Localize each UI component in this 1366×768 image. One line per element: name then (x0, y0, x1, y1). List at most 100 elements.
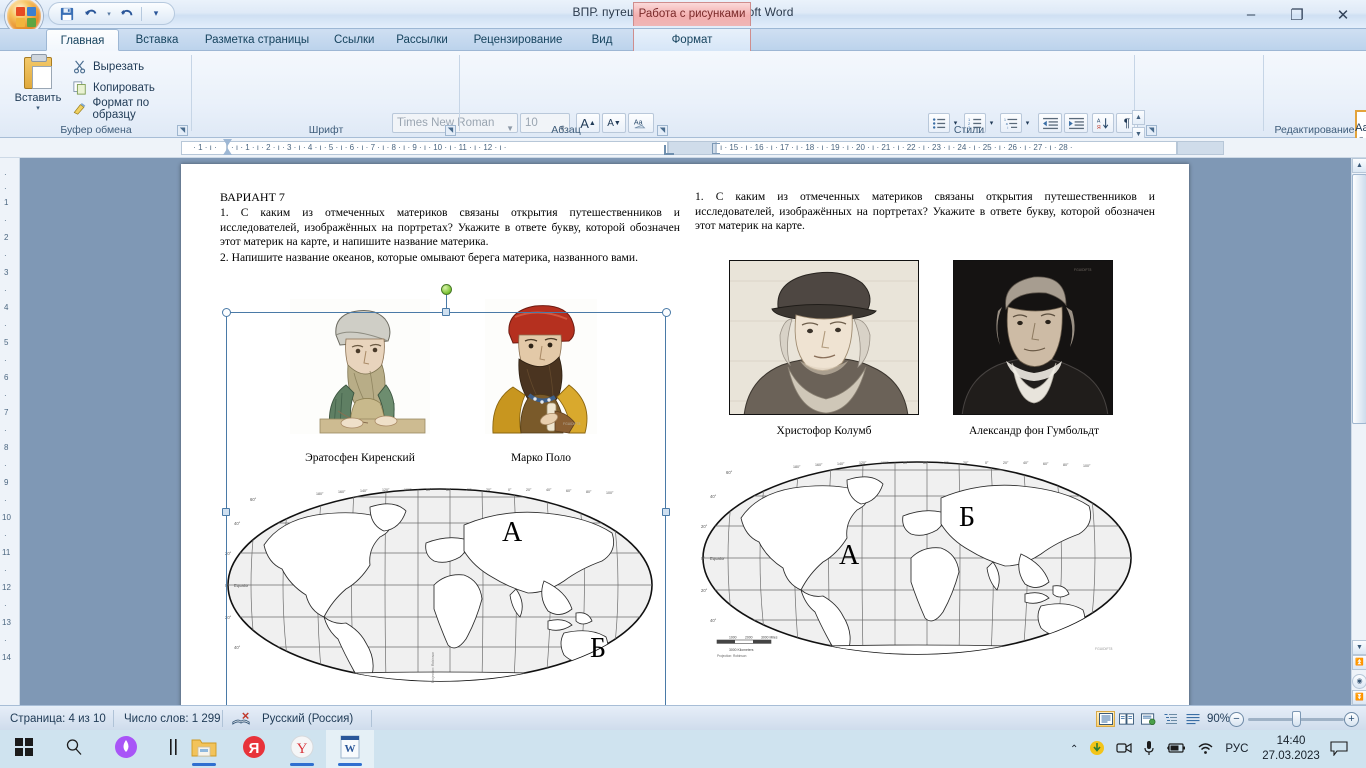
contextual-tab-label: Работа с рисунками (633, 2, 751, 26)
previous-page-button[interactable]: ⏫ (1352, 655, 1366, 670)
tab-review[interactable]: Рецензирование (462, 29, 574, 51)
minimize-button[interactable]: – (1228, 0, 1274, 29)
svg-text:100°: 100° (606, 491, 614, 495)
language-indicator-tray[interactable]: РУС (1225, 743, 1248, 755)
tab-home[interactable]: Главная (46, 29, 119, 51)
tab-insert[interactable]: Вставка (124, 29, 190, 51)
select-browse-object-button[interactable]: ◉ (1352, 674, 1366, 689)
status-bar[interactable]: Страница: 4 из 10 Число слов: 1 299 Русс… (0, 705, 1366, 730)
svg-text:40°: 40° (710, 618, 717, 623)
show-hidden-icons-icon[interactable]: ⌃ (1070, 744, 1078, 755)
start-button[interactable] (0, 730, 48, 768)
taskbar-yandex[interactable]: Я (230, 730, 278, 768)
proofing-errors-icon[interactable] (231, 711, 253, 727)
font-dialog-launcher[interactable]: ◥ (445, 125, 456, 136)
taskbar[interactable]: Я Y W ⌃ РУС 14:40 27.03.2023 (0, 730, 1366, 768)
world-map-left: 0° Equator 20° 20° 40° 40° 60° 180° 160° 1… (220, 481, 660, 693)
left-indent-marker-right-column[interactable] (712, 143, 720, 154)
clock-date: 27.03.2023 (1262, 750, 1320, 762)
svg-text:FGUIDIF78: FGUIDIF78 (1095, 647, 1112, 651)
microphone-icon[interactable] (1143, 740, 1155, 759)
clipboard-dialog-launcher[interactable]: ◥ (177, 125, 188, 136)
horizontal-ruler[interactable]: L · 1 · ı · · ı · 1 · ı · 2 · ı · 3 · ı … (0, 138, 1366, 295)
page-indicator[interactable]: Страница: 4 из 10 (10, 711, 106, 727)
zoom-in-button[interactable]: + (1344, 712, 1359, 727)
resize-handle-middle-left[interactable] (222, 508, 230, 516)
portrait-row-left: FGUIDIF78 (220, 299, 680, 449)
system-tray[interactable]: ⌃ РУС (1070, 730, 1248, 768)
selected-picture-left[interactable]: FGUIDIF78 Эратосфен Киренский Марко Поло (220, 299, 680, 693)
svg-text:W: W (345, 743, 356, 755)
paragraph-dialog-launcher[interactable]: ◥ (657, 125, 668, 136)
taskbar-alice[interactable] (102, 730, 150, 768)
notifications-icon[interactable] (1330, 741, 1348, 759)
camera-icon[interactable] (1116, 741, 1132, 758)
resize-handle-top-right[interactable] (662, 308, 671, 317)
map-label-b-left: Б (590, 633, 607, 664)
update-icon[interactable] (1089, 740, 1105, 759)
paste-label: Вставить (14, 92, 62, 104)
resize-handle-top-left[interactable] (222, 308, 231, 317)
cut-button[interactable]: Вырезать (72, 58, 144, 76)
zoom-slider-thumb[interactable] (1292, 711, 1301, 727)
paragraph-group-title: Абзац (551, 124, 581, 136)
resize-handle-middle-right[interactable] (662, 508, 670, 516)
vertical-scrollbar[interactable]: ▲ ▼ ⏫ ◉ ⏬ (1351, 158, 1366, 705)
svg-text:60°: 60° (1043, 462, 1049, 466)
taskbar-yandex-browser[interactable]: Y (278, 730, 326, 768)
vruler-num: 3 (4, 268, 9, 277)
language-indicator[interactable]: Русский (Россия) (262, 711, 353, 727)
taskbar-running-indicator (290, 763, 314, 766)
taskbar-search[interactable] (50, 730, 98, 768)
vruler-num: 1 (4, 198, 9, 207)
paste-button[interactable]: Вставить ▾ (12, 54, 64, 117)
svg-text:100°: 100° (1083, 464, 1091, 468)
tab-mailings[interactable]: Рассылки (384, 29, 460, 51)
tab-format[interactable]: Формат (633, 29, 751, 51)
tab-view[interactable]: Вид (576, 29, 628, 51)
status-separator (371, 710, 372, 727)
taskbar-explorer[interactable] (180, 730, 228, 768)
styles-scroll-up-button[interactable]: ▲ (1132, 110, 1145, 125)
wifi-icon[interactable] (1197, 741, 1214, 758)
print-layout-view-button[interactable] (1096, 711, 1115, 727)
resize-handle-top-center[interactable] (442, 308, 450, 316)
scroll-down-button[interactable]: ▼ (1352, 640, 1366, 655)
ribbon-tab-strip[interactable]: Главная Вставка Разметка страницы Ссылки… (0, 29, 1366, 51)
vertical-scroll-thumb[interactable] (1352, 174, 1366, 424)
tab-page-layout[interactable]: Разметка страницы (192, 29, 322, 51)
svg-text:20°: 20° (1003, 461, 1009, 465)
svg-text:160°: 160° (338, 490, 346, 494)
right-indent-marker[interactable] (664, 145, 674, 155)
zoom-level[interactable]: 90% (1196, 711, 1230, 727)
paste-dropdown-arrow-icon[interactable]: ▾ (36, 104, 40, 112)
document-page[interactable]: ВАРИАНТ 7 1. С каким из отмеченных матер… (181, 164, 1189, 705)
full-screen-reading-view-button[interactable] (1117, 711, 1136, 727)
battery-icon[interactable] (1166, 742, 1186, 757)
copy-button[interactable]: Копировать (72, 79, 155, 97)
close-button[interactable]: ✕ (1320, 0, 1366, 29)
format-painter-button[interactable]: Формат по образцу (72, 97, 192, 121)
vruler-num: 4 (4, 303, 9, 312)
svg-text:20°: 20° (701, 524, 708, 529)
format-painter-label: Формат по образцу (92, 97, 150, 121)
zoom-out-button[interactable]: − (1229, 712, 1244, 727)
document-canvas[interactable]: ВАРИАНТ 7 1. С каким из отмеченных матер… (20, 158, 1351, 705)
window-controls[interactable]: – ❐ ✕ (1228, 0, 1366, 29)
taskbar-clock[interactable]: 14:40 27.03.2023 (1258, 734, 1324, 764)
svg-text:40°: 40° (466, 488, 472, 492)
rotation-handle[interactable] (441, 284, 452, 295)
maximize-button[interactable]: ❐ (1274, 0, 1320, 29)
svg-text:140°: 140° (837, 462, 845, 466)
tab-references[interactable]: Ссылки (324, 29, 382, 51)
svg-text:80°: 80° (903, 461, 909, 465)
web-layout-view-button[interactable] (1139, 711, 1158, 727)
word-count[interactable]: Число слов: 1 299 (124, 711, 221, 727)
svg-text:40°: 40° (234, 521, 241, 526)
taskbar-word[interactable]: W (326, 730, 374, 768)
clock-time: 14:40 (1276, 735, 1306, 747)
styles-dialog-launcher[interactable]: ◥ (1146, 125, 1157, 136)
scroll-up-button[interactable]: ▲ (1352, 158, 1366, 173)
next-page-button[interactable]: ⏬ (1352, 690, 1366, 705)
outline-view-button[interactable] (1161, 711, 1180, 727)
